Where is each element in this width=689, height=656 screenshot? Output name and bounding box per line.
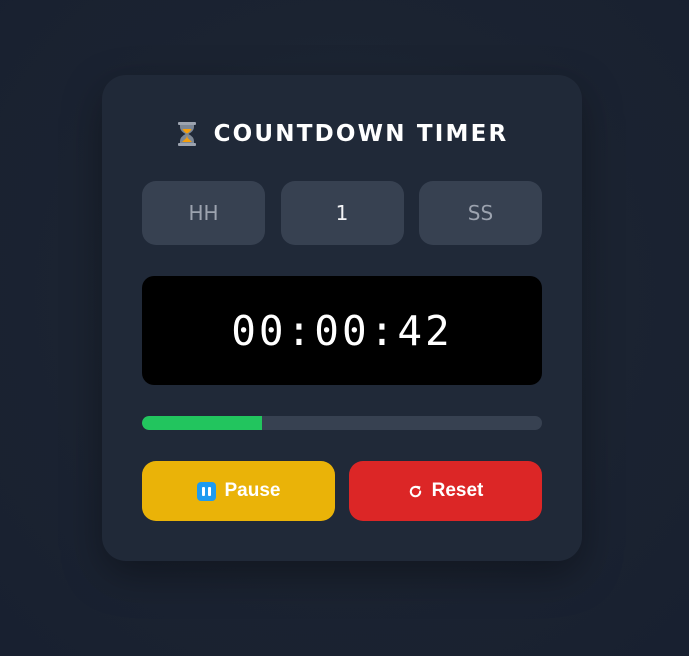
controls: Pause Reset — [142, 461, 542, 521]
header: COUNTDOWN TIMER — [142, 119, 542, 149]
reset-icon — [409, 485, 421, 497]
hourglass-icon — [177, 122, 196, 146]
timer-card: COUNTDOWN TIMER 00:00:42 Pause Reset — [102, 75, 582, 561]
pause-icon — [196, 481, 216, 501]
hours-input[interactable] — [142, 181, 265, 245]
seconds-input[interactable] — [419, 181, 542, 245]
pause-button[interactable]: Pause — [142, 461, 335, 521]
reset-button[interactable]: Reset — [349, 461, 542, 521]
progress-fill — [142, 416, 262, 430]
minutes-input[interactable] — [280, 181, 404, 245]
page-title: COUNTDOWN TIMER — [213, 121, 509, 147]
time-display: 00:00:42 — [142, 276, 542, 385]
time-readout: 00:00:42 — [231, 306, 453, 355]
pause-button-label: Pause — [224, 480, 281, 501]
progress-bar — [142, 416, 542, 430]
time-inputs — [142, 181, 542, 245]
reset-button-label: Reset — [431, 480, 484, 501]
